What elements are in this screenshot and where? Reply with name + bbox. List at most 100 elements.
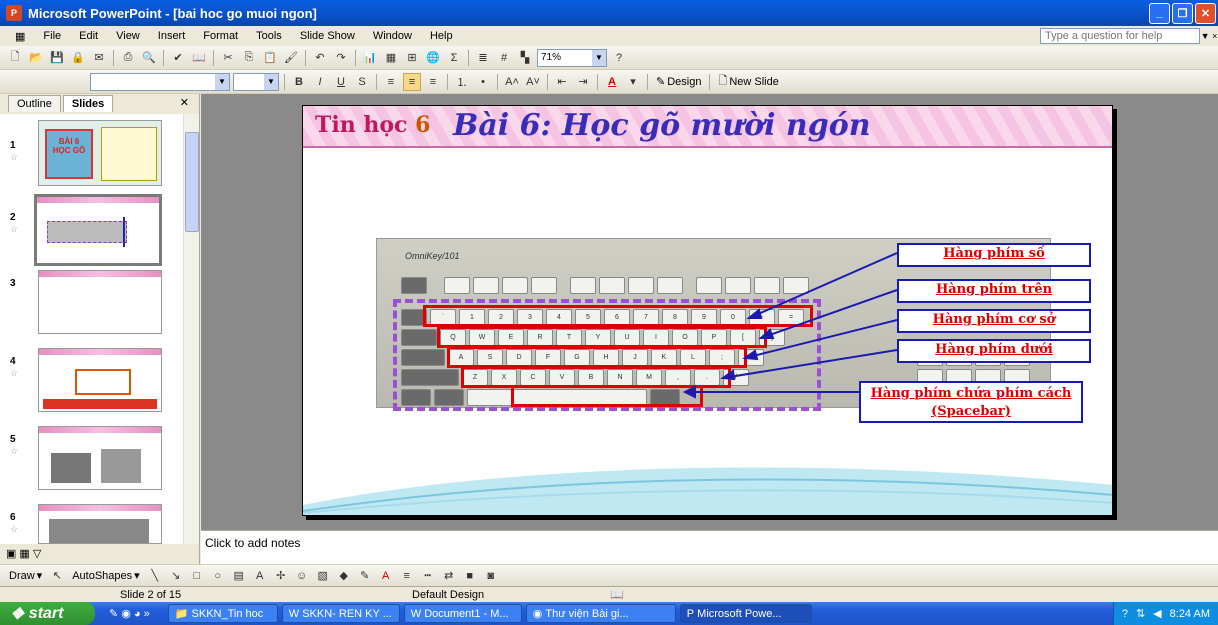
close-button[interactable]: ✕ <box>1195 2 1216 24</box>
font-color-icon[interactable]: A <box>603 73 621 91</box>
print-icon[interactable]: ⎙ <box>119 49 137 67</box>
tab-slides[interactable]: Slides <box>62 95 114 112</box>
picture-icon[interactable]: ▧ <box>314 567 332 585</box>
help-search-input[interactable]: Type a question for help <box>1040 28 1200 44</box>
hyperlink-icon[interactable]: 🌐 <box>424 49 442 67</box>
print-preview-icon[interactable]: 🔍 <box>140 49 158 67</box>
underline-icon[interactable]: U <box>332 73 350 91</box>
menu-insert[interactable]: Insert <box>149 30 195 42</box>
slide-sorter-icon[interactable]: ▦ <box>19 547 29 560</box>
color-grayscale-icon[interactable]: ▚ <box>516 49 534 67</box>
label-home-row[interactable]: Hàng phím cơ sở <box>897 309 1091 333</box>
menu-format[interactable]: Format <box>194 30 247 42</box>
minimize-button[interactable]: _ <box>1149 2 1170 24</box>
slide-show-icon[interactable]: ▽ <box>33 547 41 560</box>
bullets-icon[interactable]: • <box>474 73 492 91</box>
notes-pane[interactable]: Click to add notes <box>201 530 1218 564</box>
insert-chart-icon[interactable]: 📊 <box>361 49 379 67</box>
network-icon[interactable]: ⇅ <box>1136 607 1145 620</box>
menu-edit[interactable]: Edit <box>70 30 107 42</box>
task-skkn-tin-hoc[interactable]: 📁 SKKN_Tin hoc <box>167 604 278 623</box>
menu-tools[interactable]: Tools <box>247 30 291 42</box>
menu-slide-show[interactable]: Slide Show <box>291 30 364 42</box>
zoom-select[interactable]: 71% ▼ <box>537 48 607 67</box>
align-center-icon[interactable]: ≡ <box>403 72 421 91</box>
chevron-down-icon[interactable]: ▼ × <box>1200 31 1218 41</box>
select-objects-icon[interactable]: ↖ <box>48 567 66 585</box>
save-icon[interactable]: 💾 <box>48 49 66 67</box>
tables-borders-icon[interactable]: ⊞ <box>403 49 421 67</box>
help-icon[interactable]: ? <box>1122 608 1128 620</box>
oval-icon[interactable]: ○ <box>209 567 227 585</box>
label-space-row[interactable]: Hàng phím chứa phím cách (Spacebar) <box>859 381 1083 423</box>
diagram-icon[interactable]: ✢ <box>272 567 290 585</box>
close-icon[interactable]: ✕ <box>180 96 189 109</box>
email-icon[interactable]: ✉ <box>90 49 108 67</box>
task-powerpoint[interactable]: P Microsoft Powe... <box>679 604 812 623</box>
chevron-down-icon[interactable]: ▾ <box>624 73 642 91</box>
increase-indent-icon[interactable]: ⇥ <box>574 73 592 91</box>
italic-icon[interactable]: I <box>311 73 329 91</box>
task-document1[interactable]: W Document1 - M... <box>403 604 522 623</box>
cut-icon[interactable]: ✂ <box>219 49 237 67</box>
restore-button[interactable]: ❐ <box>1172 2 1193 24</box>
quick-launch-icons[interactable]: ✎ ◉ ◕ » <box>109 607 150 620</box>
clipart-icon[interactable]: ☺ <box>293 567 311 585</box>
expand-all-icon[interactable]: Σ <box>445 49 463 67</box>
font-size-select[interactable]: ▼ <box>233 72 279 91</box>
label-bottom-row[interactable]: Hàng phím dưới <box>897 339 1091 363</box>
insert-table-icon[interactable]: ▦ <box>382 49 400 67</box>
task-skkn-ren-ky[interactable]: W SKKN- REN KY ... <box>281 604 400 623</box>
rectangle-icon[interactable]: □ <box>188 567 206 585</box>
line-color-icon[interactable]: ✎ <box>356 567 374 585</box>
align-left-icon[interactable]: ≡ <box>382 73 400 91</box>
doc-icon[interactable]: ▦ <box>6 30 34 43</box>
slide-canvas[interactable]: Tin học 6 Bài 6: Học gõ mười ngón OmniKe… <box>302 105 1113 516</box>
decrease-indent-icon[interactable]: ⇤ <box>553 73 571 91</box>
label-number-row[interactable]: Hàng phím số <box>897 243 1091 267</box>
redo-icon[interactable]: ↷ <box>332 49 350 67</box>
tab-outline[interactable]: Outline <box>8 95 61 112</box>
align-right-icon[interactable]: ≡ <box>424 73 442 91</box>
normal-view-icon[interactable]: ▣ <box>6 547 16 560</box>
label-top-row[interactable]: Hàng phím trên <box>897 279 1091 303</box>
open-icon[interactable]: 📂 <box>27 49 45 67</box>
new-icon[interactable]: 🗋 <box>6 49 24 67</box>
fill-color-icon[interactable]: ◆ <box>335 567 353 585</box>
3d-style-icon[interactable]: ◙ <box>482 567 500 585</box>
bold-icon[interactable]: B <box>290 73 308 91</box>
copy-icon[interactable]: ⎘ <box>240 49 258 67</box>
research-icon[interactable]: 📖 <box>190 49 208 67</box>
title-bar[interactable]: P Microsoft PowerPoint - [bai hoc go muo… <box>0 0 1218 26</box>
new-slide-button[interactable]: 🗋 New Slide <box>715 72 781 91</box>
design-button[interactable]: ✎ Design <box>653 75 704 89</box>
decrease-font-icon[interactable]: A˅ <box>524 73 542 91</box>
undo-icon[interactable]: ↶ <box>311 49 329 67</box>
spelling-status-icon[interactable]: 📖 <box>604 588 624 601</box>
textbox-icon[interactable]: ▤ <box>230 567 248 585</box>
paste-icon[interactable]: 📋 <box>261 49 279 67</box>
spelling-icon[interactable]: ✔ <box>169 49 187 67</box>
format-painter-icon[interactable]: 🖌 <box>282 49 300 67</box>
dash-style-icon[interactable]: ┅ <box>419 567 437 585</box>
draw-menu[interactable]: Draw ▾ <box>6 569 45 583</box>
wordart-icon[interactable]: A <box>251 567 269 585</box>
permission-icon[interactable]: 🔒 <box>69 49 87 67</box>
shadow-icon[interactable]: S <box>353 73 371 91</box>
line-style-icon[interactable]: ≡ <box>398 567 416 585</box>
numbering-icon[interactable]: ⒈ <box>453 73 471 91</box>
volume-icon[interactable]: ◀ <box>1153 607 1161 620</box>
font-select[interactable]: ▼ <box>90 72 230 91</box>
menu-window[interactable]: Window <box>364 30 421 42</box>
thumbnails-scrollbar[interactable] <box>183 114 199 544</box>
shadow-style-icon[interactable]: ■ <box>461 567 479 585</box>
autoshapes-menu[interactable]: AutoShapes ▾ <box>69 569 142 583</box>
grid-icon[interactable]: # <box>495 49 513 67</box>
increase-font-icon[interactable]: A˄ <box>503 73 521 91</box>
start-button[interactable]: ❖ start <box>0 602 95 625</box>
show-formatting-icon[interactable]: ≣ <box>474 49 492 67</box>
line-icon[interactable]: ╲ <box>146 567 164 585</box>
help-icon[interactable]: ? <box>610 49 628 67</box>
menu-help[interactable]: Help <box>421 30 462 42</box>
clock[interactable]: 8:24 AM <box>1170 608 1210 620</box>
